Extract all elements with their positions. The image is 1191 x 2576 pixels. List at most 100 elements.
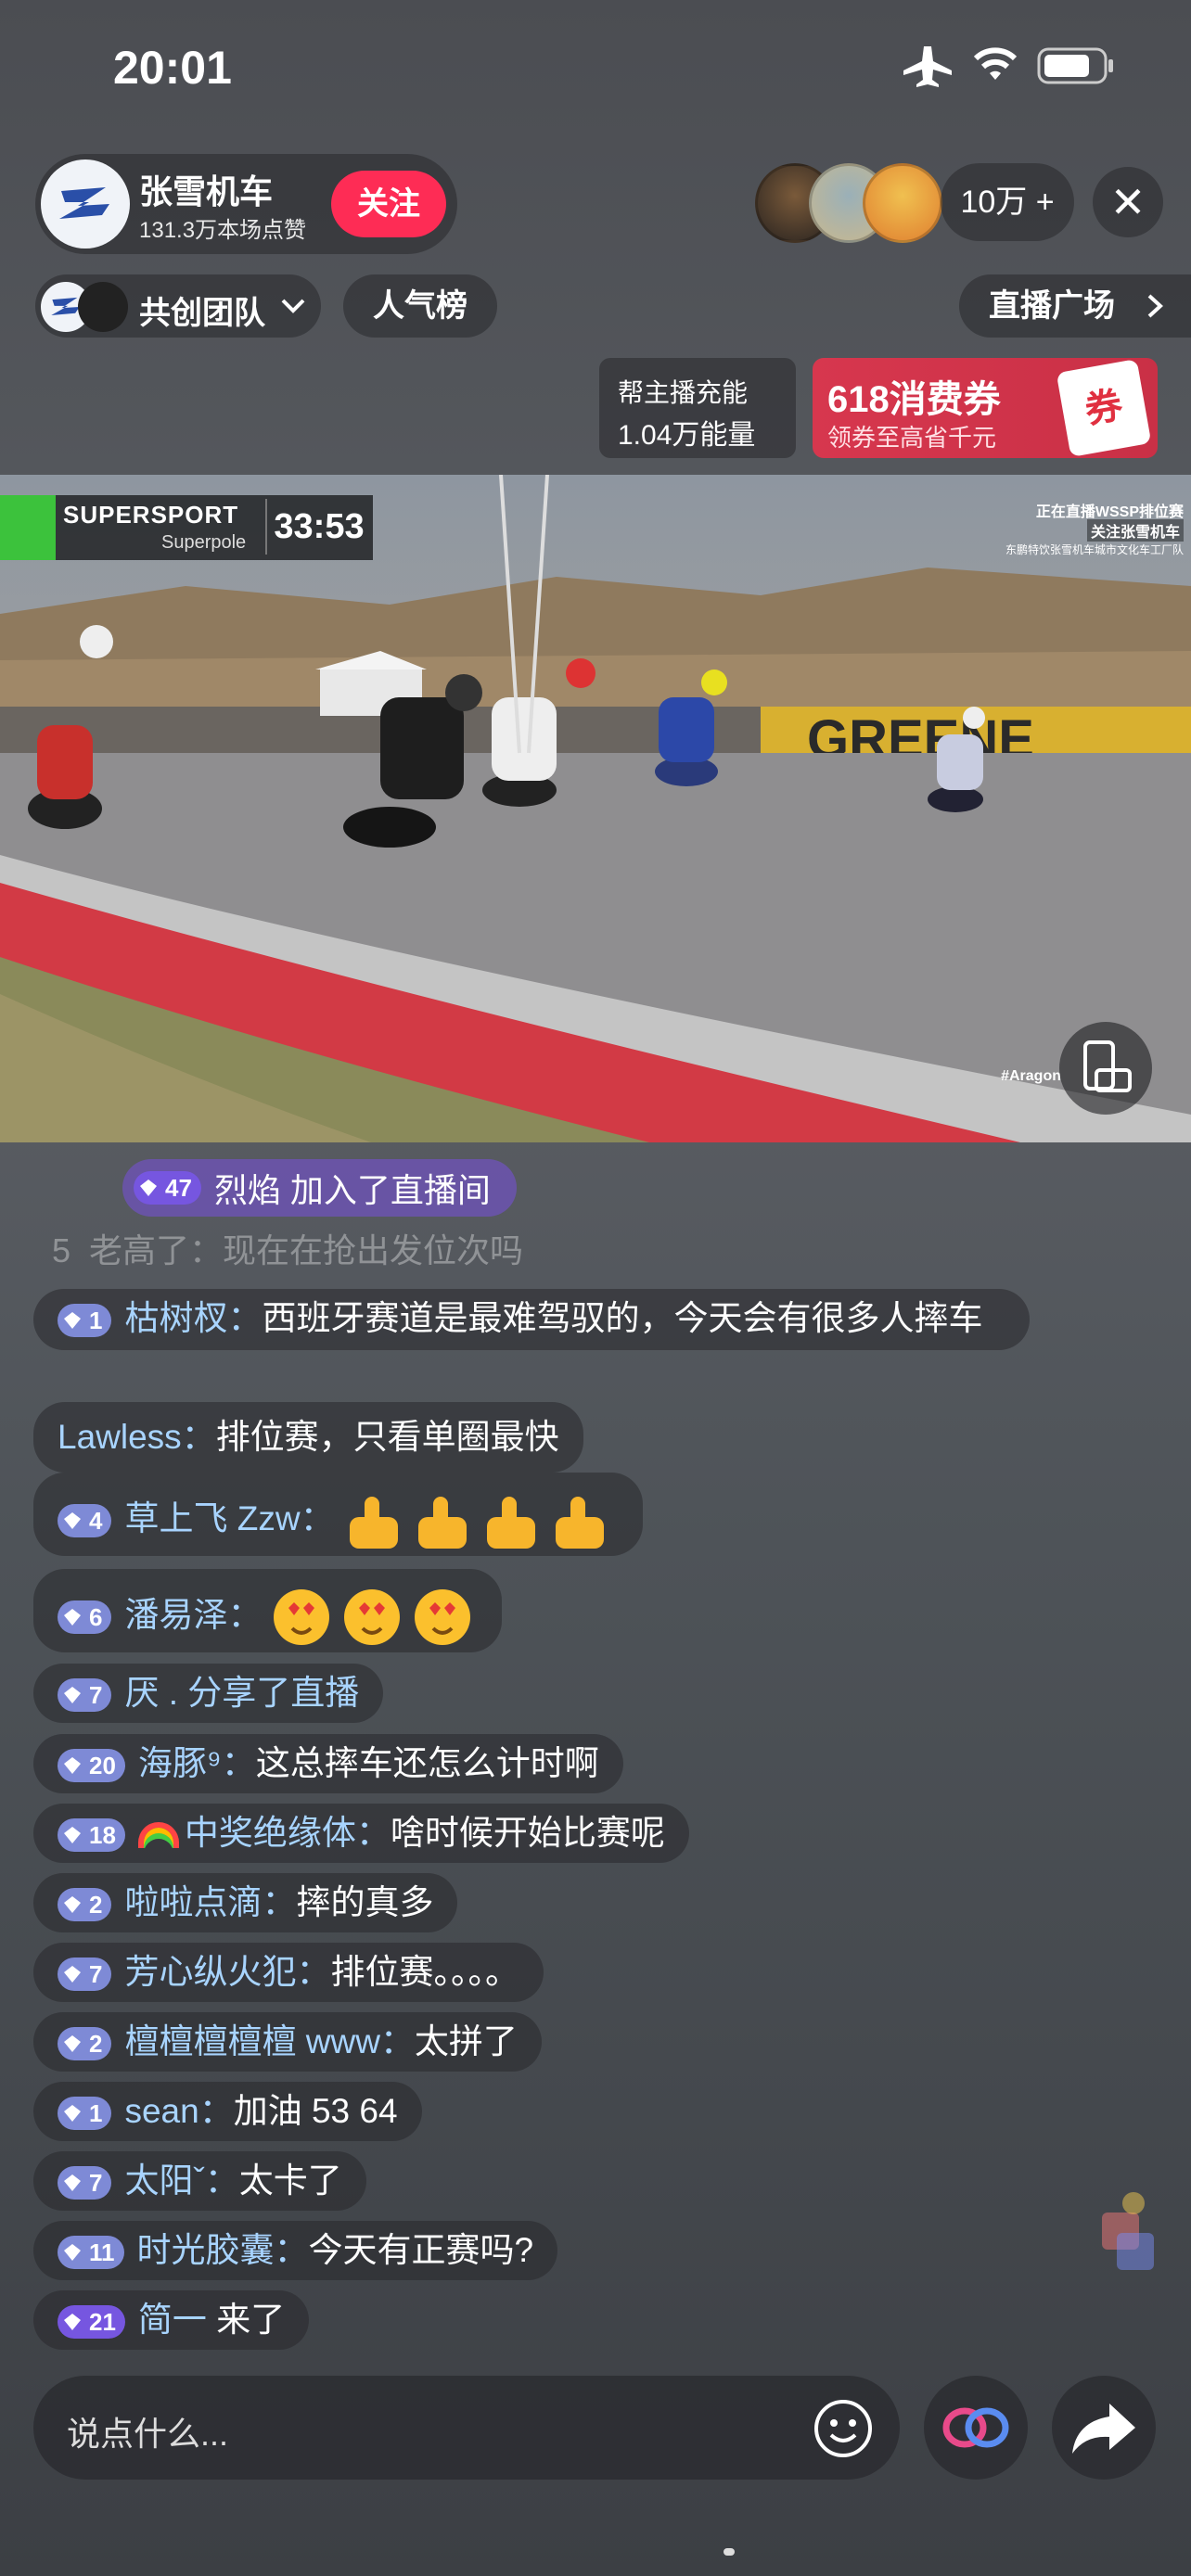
- gift-float-icon[interactable]: [1093, 2185, 1167, 2287]
- thumbs-up-emoji: [349, 1497, 604, 1549]
- session-label: Superpole: [161, 532, 247, 553]
- badge-gem-icon: [64, 2244, 81, 2262]
- chat-message[interactable]: 1 sean：加油 53 64: [33, 2082, 422, 2141]
- plaza-label: 直播广场: [989, 288, 1115, 324]
- badge-gem-icon: [64, 1609, 81, 1626]
- race-overlay: SUPERSPORT Superpole 33:53: [0, 495, 373, 560]
- status-time: 20:01: [113, 42, 232, 94]
- badge-gem-icon: [64, 2105, 81, 2123]
- energy-label: 帮主播充能: [618, 378, 749, 407]
- comment-placeholder: 说点什么...: [67, 2415, 229, 2453]
- level-badge: 21: [58, 2305, 125, 2340]
- wifi-icon: [973, 47, 1018, 80]
- share-arrow-icon: [1072, 2404, 1135, 2454]
- badge-gem-icon: [64, 1512, 81, 1529]
- badge-gem-icon: [140, 1180, 157, 1196]
- join-notice: 47 烈焰 加入了直播间: [122, 1159, 517, 1217]
- chat-message[interactable]: 2 檀檀檀檀檀 www：太拼了: [33, 2012, 542, 2072]
- share-button[interactable]: [1052, 2376, 1156, 2480]
- chat-message[interactable]: 7 芳心纵火犯：排位赛。。。。: [33, 1943, 544, 2002]
- chat-message[interactable]: 2 啦啦点滴：摔的真多: [33, 1873, 458, 1932]
- link-button[interactable]: [924, 2376, 1028, 2480]
- chat-text: 加油 53 64: [233, 2092, 398, 2130]
- close-button[interactable]: ✕: [1093, 167, 1163, 237]
- chevron-down-icon: [281, 299, 305, 313]
- viewer-count[interactable]: 10万 +: [941, 163, 1074, 241]
- level-badge: 1: [58, 2097, 112, 2131]
- chat-nickname[interactable]: 枯树杈：: [124, 1299, 262, 1337]
- chat-text: 太拼了: [414, 2022, 518, 2060]
- popularity-button[interactable]: 人气榜: [343, 274, 497, 338]
- chat-message[interactable]: 21 简一 来了: [33, 2290, 310, 2350]
- level-badge: 4: [58, 1504, 112, 1537]
- chat-message[interactable]: 11 时光胶囊：今天有正赛吗?: [33, 2221, 558, 2280]
- home-indicator: [724, 2548, 735, 2556]
- chat-message[interactable]: 18 中奖绝缘体：啥时候开始比赛呢: [33, 1804, 689, 1863]
- chat-nickname[interactable]: 太阳ˇ：: [124, 2162, 238, 2200]
- coupon-icon: 券: [1056, 359, 1152, 457]
- chat-text: 排位赛，只看单圈最快: [215, 1418, 559, 1456]
- airplane-mode-icon: [903, 46, 952, 87]
- level-badge: 7: [58, 1678, 112, 1713]
- team-label: 共创团队: [139, 296, 265, 331]
- chat-nickname[interactable]: 芳心纵火犯：: [124, 1953, 330, 1991]
- chat-nickname[interactable]: 中奖绝缘体：: [185, 1814, 391, 1852]
- chat-nickname[interactable]: 简一: [138, 2301, 207, 2339]
- chat-nickname[interactable]: sean：: [124, 2092, 233, 2130]
- heart-eyes-emoji: [273, 1589, 470, 1645]
- chat-nickname[interactable]: 潘易泽：: [124, 1596, 262, 1634]
- close-icon: ✕: [1109, 178, 1146, 226]
- chat-message[interactable]: 7 厌 . 分享了直播: [33, 1664, 384, 1723]
- level-badge: 2: [58, 2027, 112, 2061]
- chat-message[interactable]: 20 海豚⁹：这总摔车还怎么计时啊: [33, 1734, 623, 1793]
- viewer-avatar[interactable]: [863, 163, 942, 243]
- chat-text: 西班牙赛道是最难驾驭的，今天会有很多人摔车: [262, 1299, 983, 1337]
- host-name: 张雪机车: [139, 172, 274, 210]
- chat-text: 今天有正赛吗?: [308, 2231, 534, 2269]
- chat-text: 这总摔车还怎么计时啊: [255, 1744, 599, 1782]
- level-badge: 20: [58, 1749, 125, 1783]
- chat-nickname[interactable]: 啦啦点滴：: [124, 1883, 296, 1921]
- coupon-banner[interactable]: 618消费券 领券至高省千元 券: [813, 358, 1158, 458]
- link-rings-icon: [942, 2407, 1009, 2448]
- chat-nickname[interactable]: 草上飞 Zzw：: [124, 1499, 334, 1537]
- comment-input[interactable]: 说点什么...: [33, 2376, 900, 2480]
- badge-gem-icon: [64, 2035, 81, 2053]
- chat-nickname[interactable]: 厌 . 分享了直播: [124, 1674, 359, 1712]
- chat-text: 太卡了: [238, 2162, 342, 2200]
- chat-nickname[interactable]: 檀檀檀檀檀 www：: [124, 2022, 414, 2060]
- rotate-screen-icon: [1083, 1040, 1132, 1092]
- chat-text: 啥时候开始比赛呢: [390, 1814, 665, 1852]
- team-avatar: [78, 282, 128, 332]
- chat-nickname[interactable]: 海豚⁹：: [138, 1744, 256, 1782]
- live-video[interactable]: GREENE SUPERSPORT Superpole 33:53 正在直播WS…: [0, 475, 1191, 1142]
- rainbow-icon: [137, 1822, 179, 1849]
- stream-watermark-1: 正在直播WSSP排位赛: [1035, 504, 1184, 520]
- race-scene: GREENE: [0, 475, 1191, 1142]
- chat-text: 摔的真多: [296, 1883, 434, 1921]
- emoji-icon[interactable]: [813, 2398, 874, 2459]
- stream-watermark-2: 关注张雪机车: [1086, 519, 1184, 542]
- session-timer: 33:53: [265, 499, 371, 555]
- chat-message[interactable]: 4 草上飞 Zzw：: [33, 1473, 643, 1556]
- chat-message[interactable]: 1 枯树杈：西班牙赛道是最难驾驭的，今天会有很多人摔车: [33, 1289, 1030, 1350]
- host-card[interactable]: 张雪机车 131.3万本场点赞 关注: [35, 154, 457, 254]
- host-avatar[interactable]: [41, 159, 130, 249]
- chat-message[interactable]: Lawless：排位赛，只看单圈最快: [33, 1402, 583, 1473]
- coupon-subtitle: 领券至高省千元: [827, 424, 997, 452]
- chevron-right-icon: [1147, 294, 1163, 318]
- level-badge: 6: [58, 1600, 112, 1634]
- live-plaza-button[interactable]: 直播广场: [959, 274, 1191, 338]
- chat-nickname[interactable]: Lawless：: [58, 1418, 216, 1456]
- series-label: SUPERSPORT: [63, 501, 239, 529]
- follow-button[interactable]: 关注: [331, 171, 446, 237]
- rotate-screen-button[interactable]: [1059, 1022, 1152, 1115]
- team-selector[interactable]: 共创团队: [35, 274, 321, 338]
- energy-panel[interactable]: 帮主播充能 1.04万能量: [599, 358, 796, 458]
- chat-message[interactable]: 6 潘易泽：: [33, 1569, 502, 1652]
- level-badge: 2: [58, 1888, 112, 1922]
- chat-message[interactable]: 7 太阳ˇ：太卡了: [33, 2151, 366, 2211]
- chat-nickname[interactable]: 时光胶囊：: [137, 2231, 309, 2269]
- battery-icon: [1037, 47, 1113, 84]
- join-text: 烈焰 加入了直播间: [213, 1171, 491, 1209]
